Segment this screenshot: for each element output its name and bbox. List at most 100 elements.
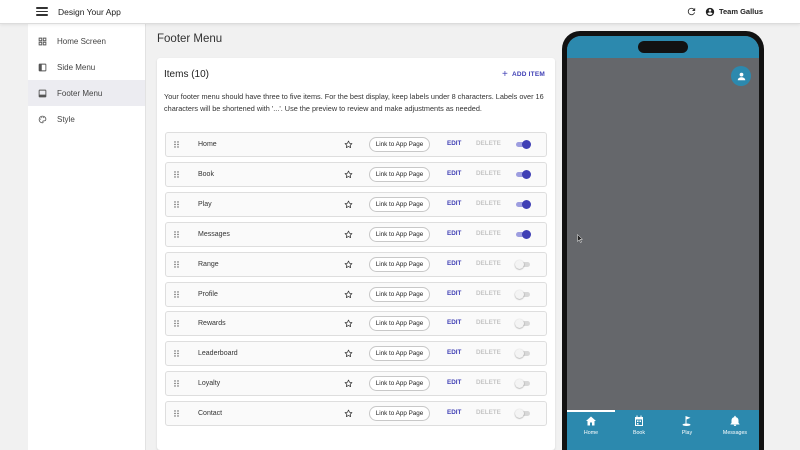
page-title: Footer Menu — [157, 33, 223, 45]
enabled-toggle[interactable] — [515, 409, 531, 419]
star-icon[interactable] — [344, 200, 353, 209]
sidebar-item-style[interactable]: Style — [28, 106, 145, 132]
mouse-cursor-icon — [577, 234, 583, 243]
preview-nav-play[interactable]: Play — [663, 410, 711, 450]
drag-handle-icon[interactable] — [174, 350, 179, 357]
link-to-app-page-button[interactable]: Link to App Page — [369, 166, 430, 182]
footer-item-label: Loyalty — [198, 380, 221, 388]
link-to-app-page-button[interactable]: Link to App Page — [369, 226, 430, 242]
calendar-icon — [635, 415, 643, 426]
footer-item-row: Loyalty Link to App Page EDIT DELETE — [165, 371, 547, 397]
plus-icon: + — [501, 69, 508, 80]
link-to-app-page-button[interactable]: Link to App Page — [369, 256, 430, 272]
link-to-app-page-button[interactable]: Link to App Page — [369, 376, 430, 392]
refresh-icon[interactable] — [686, 6, 697, 17]
footer-item-label: Contact — [198, 410, 223, 418]
enabled-toggle[interactable] — [515, 379, 531, 389]
profile-icon[interactable] — [731, 66, 751, 86]
footer-item-label: Home — [198, 141, 217, 148]
phone-status-bar — [567, 36, 759, 58]
footer-menu-icon — [38, 89, 47, 97]
team-name[interactable]: Team Gallus — [719, 7, 763, 16]
edit-button[interactable]: EDIT — [447, 379, 461, 386]
enabled-toggle[interactable] — [515, 229, 531, 239]
preview-nav-messages[interactable]: Messages — [711, 410, 759, 450]
palette-icon — [38, 115, 47, 123]
star-icon[interactable] — [344, 170, 353, 179]
drag-handle-icon[interactable] — [174, 201, 179, 208]
drag-handle-icon[interactable] — [174, 171, 179, 178]
phone-notch — [638, 41, 688, 53]
delete-button[interactable]: DELETE — [476, 409, 501, 416]
enabled-toggle[interactable] — [515, 199, 531, 209]
footer-item-row: Messages Link to App Page EDIT DELETE — [165, 221, 547, 247]
star-icon[interactable] — [344, 290, 353, 299]
footer-item-label: Leaderboard — [198, 350, 238, 358]
drag-handle-icon[interactable] — [174, 320, 179, 328]
delete-button[interactable]: DELETE — [476, 349, 501, 356]
enabled-toggle[interactable] — [515, 140, 531, 149]
edit-button[interactable]: EDIT — [447, 260, 461, 267]
phone-preview: Home Book Play Messages — [562, 31, 764, 450]
drag-handle-icon[interactable] — [174, 260, 179, 268]
sidebar-item-side-menu[interactable]: Side Menu — [28, 54, 145, 80]
edit-button[interactable]: EDIT — [447, 409, 461, 416]
app-bar: Design Your App Team Gallus — [0, 0, 800, 24]
link-to-app-page-button[interactable]: Link to App Page — [369, 137, 430, 152]
delete-button[interactable]: DELETE — [476, 379, 501, 386]
preview-nav-book[interactable]: Book — [615, 410, 663, 450]
drag-handle-icon[interactable] — [174, 380, 179, 387]
footer-item-label: Messages — [198, 230, 230, 238]
edit-button[interactable]: EDIT — [447, 319, 461, 326]
link-to-app-page-button[interactable]: Link to App Page — [369, 316, 430, 332]
footer-item-row: Profile Link to App Page EDIT DELETE — [165, 281, 547, 307]
account-icon[interactable] — [705, 7, 715, 17]
delete-button[interactable]: DELETE — [476, 140, 501, 147]
drag-handle-icon[interactable] — [174, 230, 179, 238]
edit-button[interactable]: EDIT — [447, 349, 461, 356]
link-to-app-page-button[interactable]: Link to App Page — [369, 346, 430, 362]
star-icon[interactable] — [344, 260, 353, 269]
sidebar-item-footer-menu[interactable]: Footer Menu — [28, 80, 145, 106]
link-to-app-page-button[interactable]: Link to App Page — [369, 406, 430, 422]
edit-button[interactable]: EDIT — [447, 200, 461, 207]
star-icon[interactable] — [344, 230, 353, 239]
delete-button[interactable]: DELETE — [476, 170, 501, 177]
star-icon[interactable] — [344, 349, 353, 358]
delete-button[interactable]: DELETE — [476, 230, 501, 237]
link-to-app-page-button[interactable]: Link to App Page — [369, 286, 430, 302]
footer-item-label: Rewards — [198, 320, 226, 328]
link-to-app-page-button[interactable]: Link to App Page — [369, 196, 430, 212]
star-icon[interactable] — [344, 379, 353, 388]
add-item-button[interactable]: + ADD ITEM — [502, 69, 545, 80]
edit-button[interactable]: EDIT — [447, 290, 461, 297]
enabled-toggle[interactable] — [515, 259, 531, 269]
enabled-toggle[interactable] — [515, 169, 531, 179]
star-icon[interactable] — [344, 319, 353, 328]
drag-handle-icon[interactable] — [174, 141, 179, 148]
drag-handle-icon[interactable] — [174, 410, 179, 417]
preview-nav-label: Book — [632, 430, 646, 436]
delete-button[interactable]: DELETE — [476, 290, 501, 297]
edit-button[interactable]: EDIT — [447, 170, 461, 177]
enabled-toggle[interactable] — [515, 289, 531, 299]
delete-button[interactable]: DELETE — [476, 319, 501, 326]
grid-icon — [38, 37, 47, 45]
preview-nav-home[interactable]: Home — [567, 410, 615, 450]
delete-button[interactable]: DELETE — [476, 260, 501, 267]
enabled-toggle[interactable] — [515, 349, 531, 359]
footer-item-row: Home Link to App Page EDIT DELETE — [165, 132, 547, 157]
drag-handle-icon[interactable] — [174, 290, 179, 298]
enabled-toggle[interactable] — [515, 319, 531, 329]
edit-button[interactable]: EDIT — [447, 230, 461, 237]
sidebar-item-home-screen[interactable]: Home Screen — [28, 28, 145, 54]
edit-button[interactable]: EDIT — [447, 140, 461, 147]
star-icon[interactable] — [344, 409, 353, 418]
sidebar: Home Screen Side Menu Footer Menu Style — [28, 24, 146, 450]
star-icon[interactable] — [344, 140, 353, 149]
card-header: Items (10) + ADD ITEM — [164, 69, 545, 80]
delete-button[interactable]: DELETE — [476, 200, 501, 207]
menu-icon[interactable] — [36, 7, 48, 16]
footer-item-label: Profile — [198, 290, 218, 298]
footer-item-label: Play — [198, 200, 212, 208]
